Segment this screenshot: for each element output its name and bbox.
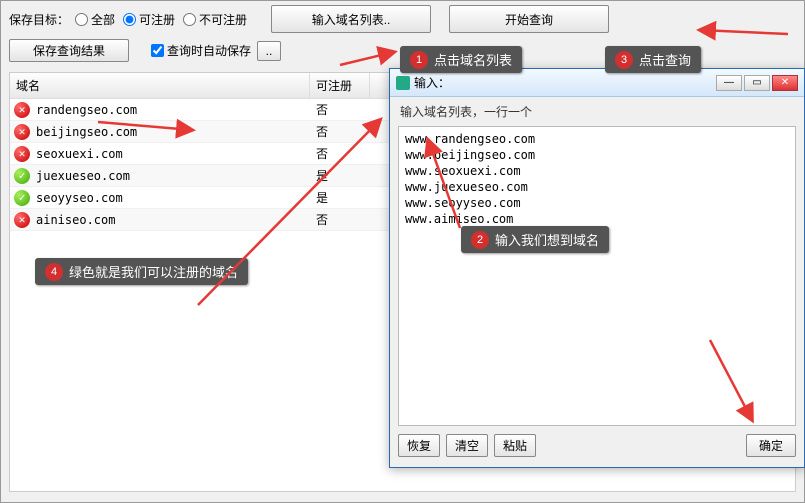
start-query-button[interactable]: 开始查询 — [449, 5, 609, 33]
check-icon: ✓ — [14, 168, 30, 184]
close-button[interactable]: ✕ — [772, 75, 798, 91]
cross-icon: ✕ — [14, 212, 30, 228]
cell-domain: ✓ juexueseo.com — [10, 166, 310, 186]
radio-can-register[interactable]: 可注册 — [123, 11, 175, 28]
callout-2: 2 输入我们想到域名 — [461, 226, 609, 253]
cell-registerable: 是 — [310, 165, 370, 186]
domain-text: seoxuexi.com — [36, 147, 123, 161]
dialog-titlebar[interactable]: 输入： — ▭ ✕ — [390, 69, 804, 97]
cell-domain: ✕ beijingseo.com — [10, 122, 310, 142]
radio-all[interactable]: 全部 — [75, 11, 115, 28]
callout-num-4: 4 — [45, 263, 63, 281]
maximize-button[interactable]: ▭ — [744, 75, 770, 91]
cell-domain: ✕ ainiseo.com — [10, 210, 310, 230]
col-domain-header[interactable]: 域名 — [10, 73, 310, 98]
domain-text: juexueseo.com — [36, 169, 130, 183]
domain-text: beijingseo.com — [36, 125, 137, 139]
dialog-title-text: 输入： — [414, 74, 450, 91]
cross-icon: ✕ — [14, 146, 30, 162]
save-target-radios: 全部 可注册 不可注册 — [75, 11, 247, 28]
domain-input-textarea[interactable]: www.randengseo.com www.beijingseo.com ww… — [398, 126, 796, 426]
domain-text: randengseo.com — [36, 103, 137, 117]
col-reg-header[interactable]: 可注册 — [310, 73, 370, 98]
input-domain-list-button[interactable]: 输入域名列表.. — [271, 5, 431, 33]
ok-button[interactable]: 确定 — [746, 434, 796, 457]
cross-icon: ✕ — [14, 102, 30, 118]
cell-registerable: 否 — [310, 121, 370, 142]
callout-num-3: 3 — [615, 51, 633, 69]
browse-path-button[interactable]: .. — [257, 41, 281, 61]
save-target-label: 保存目标： — [9, 11, 69, 28]
callout-4: 4 绿色就是我们可以注册的域名 — [35, 258, 248, 285]
dialog-hint: 输入域名列表，一行一个 — [390, 97, 804, 126]
app-icon — [396, 76, 410, 90]
callout-1: 1 点击域名列表 — [400, 46, 522, 73]
radio-cannot-register[interactable]: 不可注册 — [183, 11, 247, 28]
auto-save-checkbox[interactable]: 查询时自动保存 — [151, 42, 251, 59]
cell-registerable: 是 — [310, 187, 370, 208]
minimize-button[interactable]: — — [716, 75, 742, 91]
cell-domain: ✕ randengseo.com — [10, 100, 310, 120]
cell-registerable: 否 — [310, 99, 370, 120]
input-dialog: 输入： — ▭ ✕ 输入域名列表，一行一个 www.randengseo.com… — [389, 68, 805, 468]
domain-text: seoyyseo.com — [36, 191, 123, 205]
callout-3: 3 点击查询 — [605, 46, 701, 73]
callout-num-1: 1 — [410, 51, 428, 69]
cross-icon: ✕ — [14, 124, 30, 140]
check-icon: ✓ — [14, 190, 30, 206]
clear-button[interactable]: 清空 — [446, 434, 488, 457]
callout-num-2: 2 — [471, 231, 489, 249]
dialog-button-row: 恢复 清空 粘贴 确定 — [390, 426, 804, 465]
restore-button[interactable]: 恢复 — [398, 434, 440, 457]
domain-text: ainiseo.com — [36, 213, 115, 227]
paste-button[interactable]: 粘贴 — [494, 434, 536, 457]
cell-registerable: 否 — [310, 209, 370, 230]
cell-domain: ✕ seoxuexi.com — [10, 144, 310, 164]
save-results-button[interactable]: 保存查询结果 — [9, 39, 129, 62]
toolbar-row1: 保存目标： 全部 可注册 不可注册 输入域名列表.. 开始查询 — [1, 1, 804, 37]
cell-domain: ✓ seoyyseo.com — [10, 188, 310, 208]
cell-registerable: 否 — [310, 143, 370, 164]
